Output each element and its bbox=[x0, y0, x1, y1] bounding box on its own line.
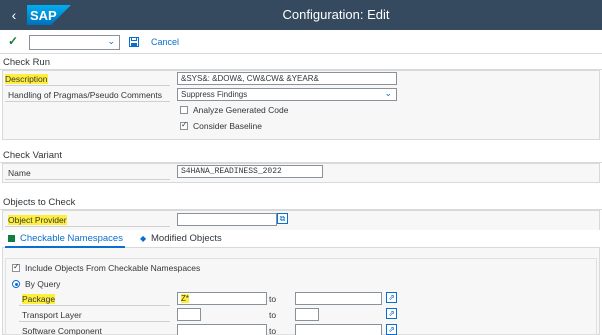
object-provider-field[interactable] bbox=[177, 213, 277, 226]
multiple-selection-icon[interactable]: ⇗ bbox=[386, 324, 397, 335]
check-run-header: Check Run bbox=[0, 54, 602, 70]
transport-layer-label: Transport Layer bbox=[22, 310, 82, 320]
checkmark-icon[interactable]: ✓ bbox=[8, 34, 18, 48]
divider bbox=[5, 101, 170, 102]
pragmas-dropdown[interactable]: Suppress Findings ⌄ bbox=[177, 88, 397, 101]
multiple-selection-icon[interactable]: ⇗ bbox=[386, 292, 397, 303]
variant-dropdown[interactable]: ⌄ bbox=[29, 35, 120, 50]
chevron-down-icon: ⌄ bbox=[107, 36, 115, 46]
save-icon[interactable] bbox=[129, 37, 139, 47]
consider-baseline-checkbox[interactable] bbox=[180, 120, 188, 130]
to-label: to bbox=[269, 326, 277, 335]
include-objects-label: Include Objects From Checkable Namespace… bbox=[25, 263, 201, 273]
by-query-radio[interactable] bbox=[12, 280, 20, 288]
active-tab-indicator bbox=[5, 246, 125, 248]
variant-name-field[interactable]: S4HANA_READINESS_2022 bbox=[177, 165, 323, 178]
include-objects-checkbox[interactable] bbox=[12, 262, 20, 272]
check-variant-header: Check Variant bbox=[0, 147, 602, 163]
description-label: Description bbox=[5, 74, 48, 84]
software-component-from-field[interactable] bbox=[177, 324, 267, 335]
cancel-button[interactable]: Cancel bbox=[151, 37, 179, 47]
baseline-label: Consider Baseline bbox=[193, 121, 262, 131]
pragmas-label: Handling of Pragmas/Pseudo Comments bbox=[8, 90, 163, 100]
divider bbox=[5, 226, 170, 227]
divider bbox=[5, 179, 170, 180]
to-label: to bbox=[269, 294, 277, 304]
analyze-label: Analyze Generated Code bbox=[193, 105, 289, 115]
package-from-field[interactable]: Z* bbox=[177, 292, 267, 305]
by-query-label: By Query bbox=[25, 279, 61, 289]
transport-layer-from-field[interactable] bbox=[177, 308, 201, 321]
toolbar: ✓ ⌄ Cancel bbox=[0, 30, 602, 54]
description-field[interactable]: &SYS&: &DOW&, CW&CW& &YEAR& bbox=[177, 72, 397, 85]
package-label: Package bbox=[22, 294, 56, 304]
software-component-to-field[interactable] bbox=[295, 324, 382, 335]
variant-name-label: Name bbox=[8, 168, 31, 178]
tab-modified-objects[interactable]: Modified Objects bbox=[151, 233, 222, 244]
tab-checkable-namespaces[interactable]: Checkable Namespaces bbox=[20, 233, 123, 244]
analyze-generated-checkbox[interactable] bbox=[180, 106, 188, 114]
page-title: Configuration: Edit bbox=[282, 7, 390, 22]
objects-header: Objects to Check bbox=[0, 194, 602, 210]
package-to-field[interactable] bbox=[295, 292, 382, 305]
divider bbox=[5, 85, 170, 86]
software-component-label: Software Component bbox=[22, 326, 102, 335]
object-provider-label: Object Provider bbox=[8, 215, 67, 225]
shell-bar: ‹ SAP Configuration: Edit bbox=[0, 0, 602, 30]
divider bbox=[19, 305, 170, 306]
to-label: to bbox=[269, 310, 277, 320]
multiple-selection-icon[interactable]: ⇗ bbox=[386, 308, 397, 319]
value-help-icon[interactable]: ⧉ bbox=[277, 213, 288, 224]
divider bbox=[19, 321, 170, 322]
transport-layer-to-field[interactable] bbox=[295, 308, 319, 321]
chevron-down-icon: ⌄ bbox=[384, 88, 392, 98]
tab-active-icon bbox=[8, 235, 15, 242]
diamond-icon: ◆ bbox=[140, 234, 147, 243]
